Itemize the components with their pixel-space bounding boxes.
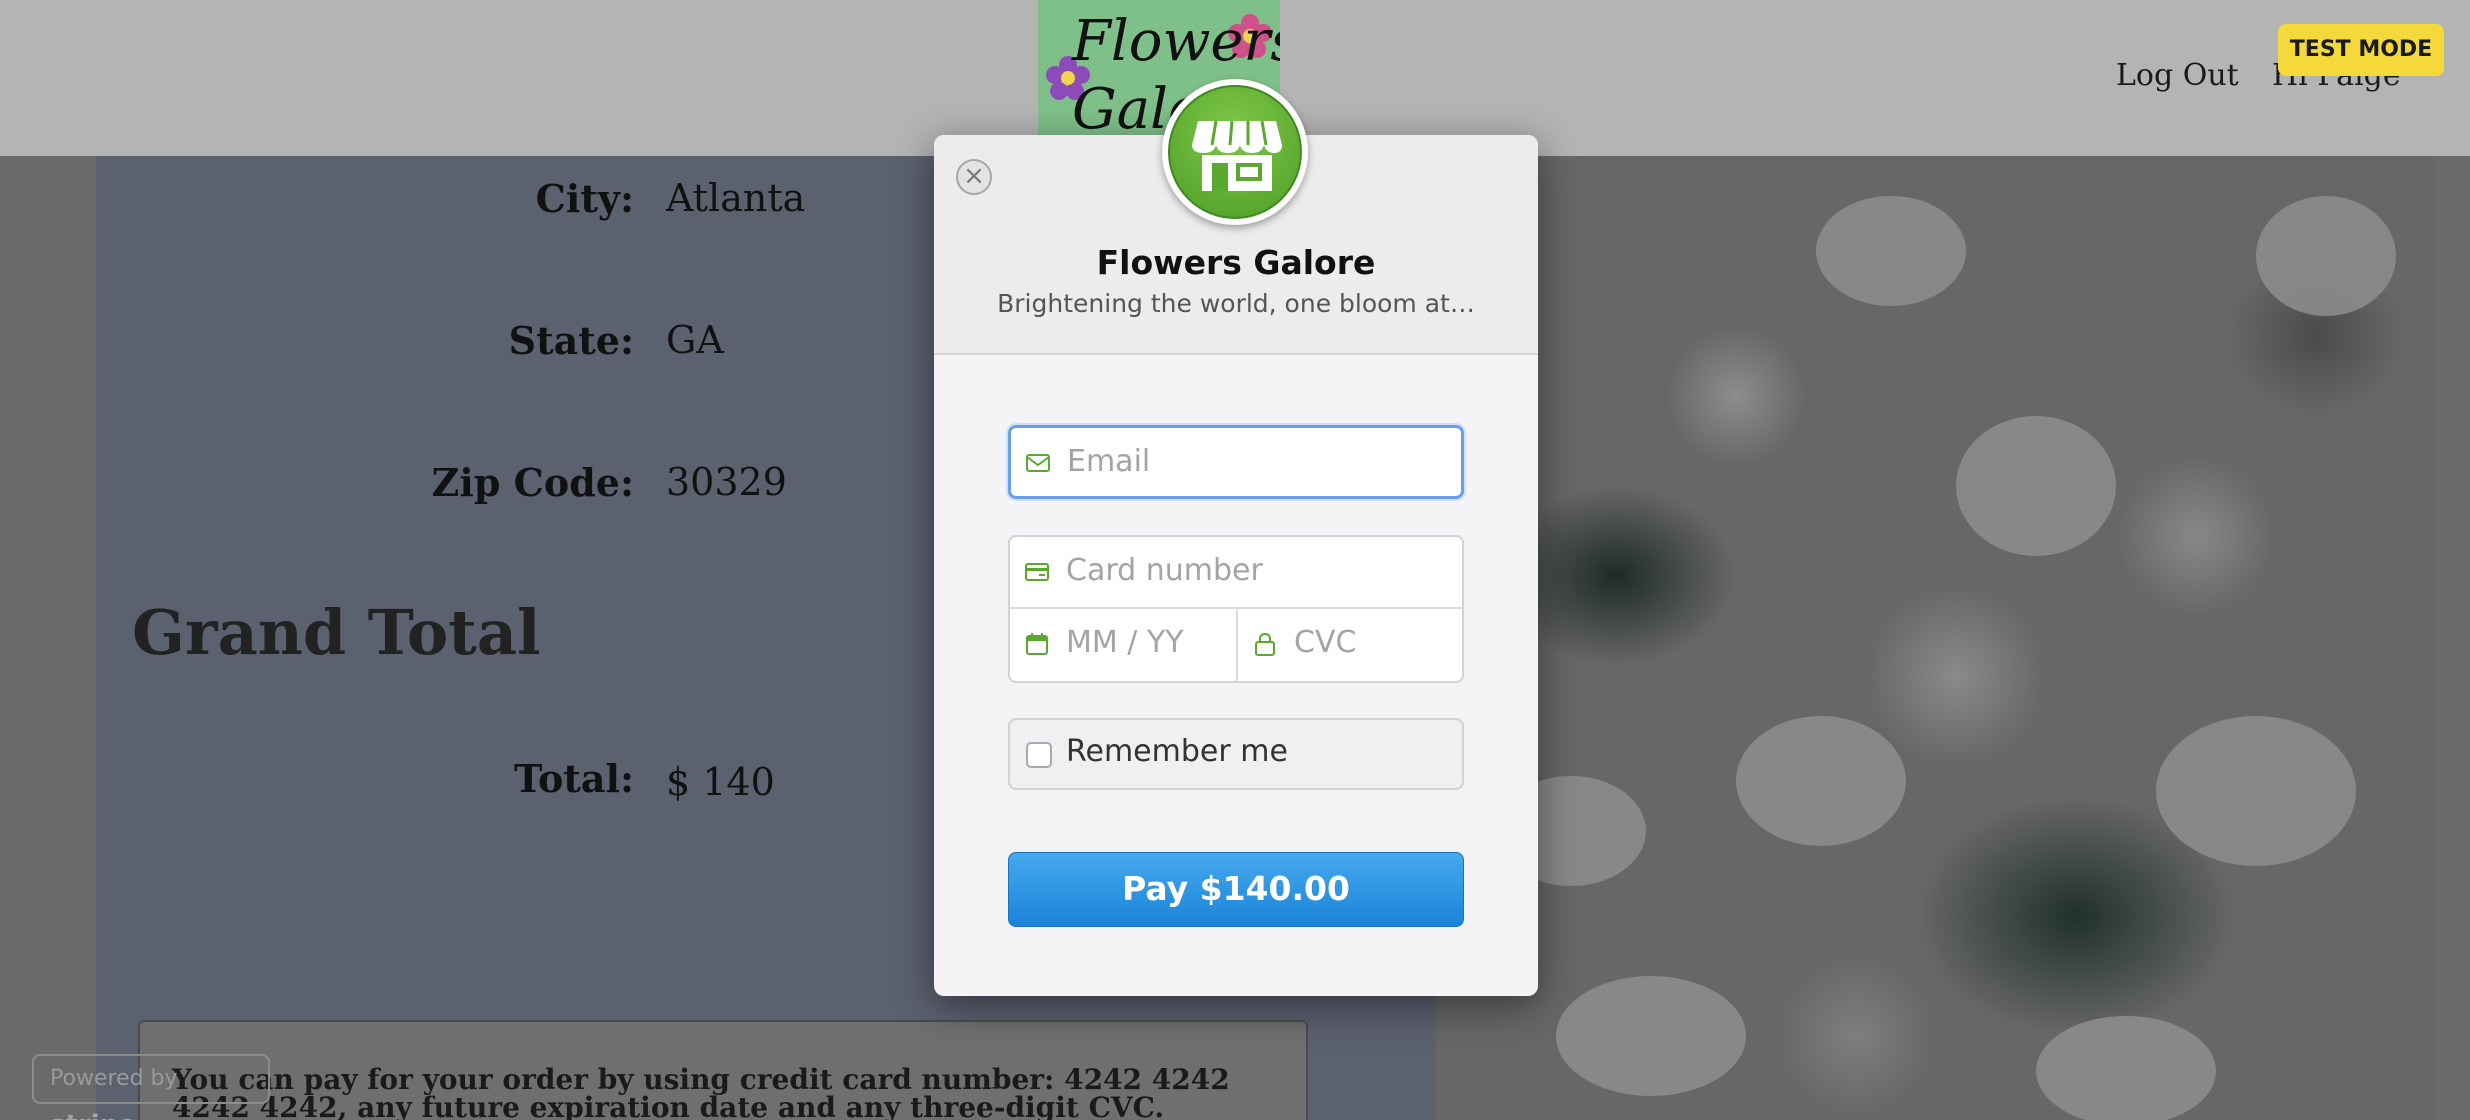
- remember-me-label: Remember me: [1066, 734, 1288, 769]
- city-value: Atlanta: [666, 176, 806, 220]
- cvc-field[interactable]: CVC: [1238, 609, 1462, 681]
- zip-label: Zip Code:: [431, 460, 634, 505]
- card-number-placeholder: Card number: [1066, 553, 1263, 588]
- remember-me-row[interactable]: Remember me: [1008, 718, 1464, 790]
- remember-me-checkbox[interactable]: [1026, 742, 1052, 768]
- logout-link[interactable]: Log Out: [2116, 58, 2239, 93]
- total-value: $ 140: [666, 760, 775, 804]
- stripe-wordmark: stripe: [50, 1110, 136, 1120]
- state-value: GA: [666, 318, 724, 362]
- state-label: State:: [508, 318, 634, 363]
- test-mode-badge: TEST MODE: [2278, 24, 2444, 76]
- expiry-field[interactable]: MM / YY: [1010, 609, 1236, 681]
- expiry-placeholder: MM / YY: [1066, 625, 1184, 660]
- envelope-icon: [1026, 454, 1050, 472]
- cvc-placeholder: CVC: [1294, 625, 1357, 660]
- powered-by-label: Powered by: [50, 1066, 178, 1091]
- zip-value: 30329: [666, 460, 787, 504]
- card-number-field[interactable]: Card number: [1010, 537, 1462, 607]
- card-details-group: Card number MM / YY CVC: [1008, 535, 1464, 683]
- payment-info-text: You can pay for your order by using cred…: [172, 1063, 1230, 1120]
- powered-by-stripe[interactable]: Powered by stripe: [32, 1054, 270, 1120]
- email-placeholder: Email: [1067, 444, 1151, 479]
- calendar-icon: [1026, 633, 1048, 655]
- city-label: City:: [535, 176, 634, 221]
- pay-button[interactable]: Pay $140.00: [1008, 852, 1464, 927]
- close-icon[interactable]: ×: [956, 159, 992, 195]
- total-label: Total:: [514, 756, 634, 801]
- email-field[interactable]: Email: [1008, 425, 1464, 499]
- lock-icon: [1255, 632, 1275, 656]
- credit-card-icon: [1025, 563, 1049, 581]
- flowers-photo: [1436, 156, 2436, 1120]
- payment-info-box: You can pay for your order by using cred…: [138, 1020, 1308, 1120]
- checkout-modal: × Flowers Galore Brightening the world, …: [934, 79, 1538, 996]
- merchant-name: Flowers Galore: [1096, 243, 1376, 282]
- merchant-tagline: Brightening the world, one bloom at…: [997, 289, 1475, 318]
- store-icon: [1162, 79, 1308, 225]
- grand-total-heading: Grand Total: [132, 596, 541, 669]
